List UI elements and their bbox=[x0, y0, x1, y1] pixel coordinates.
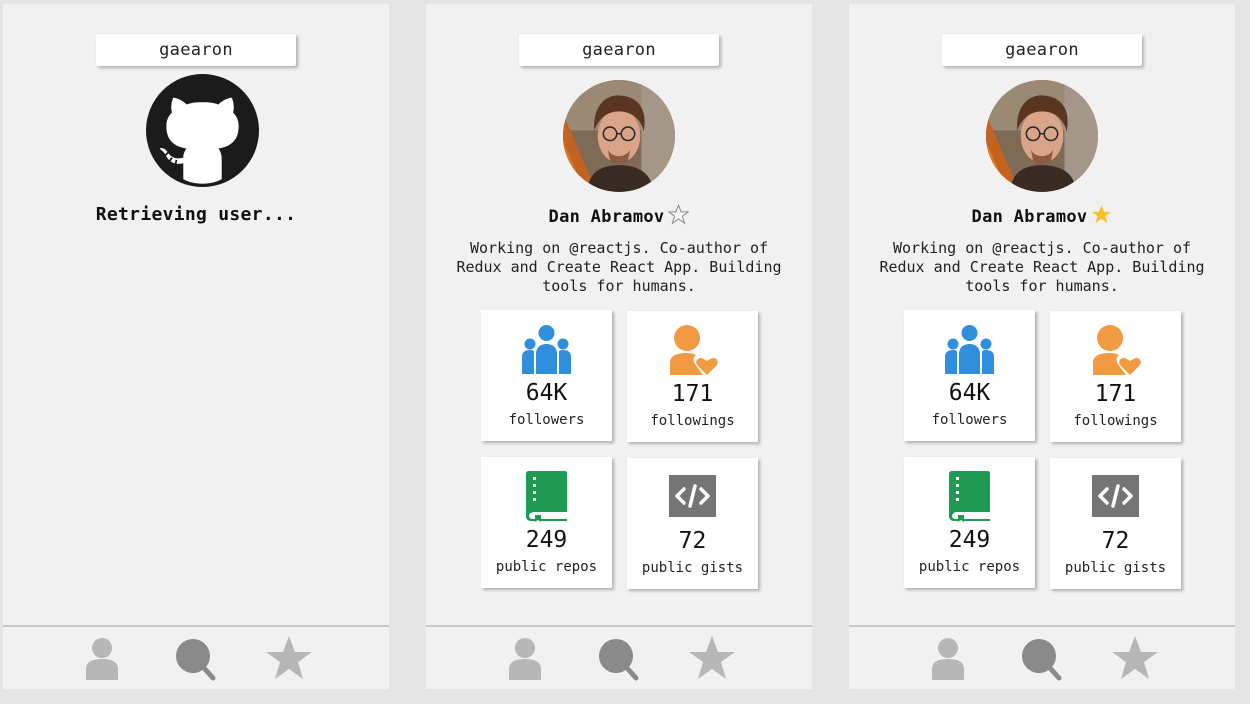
tab-search[interactable] bbox=[171, 635, 221, 681]
github-octocat-icon bbox=[146, 74, 259, 187]
followers-card[interactable]: 64K followers bbox=[481, 310, 612, 441]
avatar bbox=[563, 80, 675, 192]
gists-label: public gists bbox=[641, 560, 744, 576]
gists-label: public gists bbox=[1064, 560, 1167, 576]
followers-count: 64K bbox=[948, 380, 991, 406]
repo-book-icon bbox=[949, 471, 990, 522]
user-full-name: Dan Abramov bbox=[548, 207, 665, 227]
repos-label: public repos bbox=[495, 559, 598, 575]
repos-label: public repos bbox=[918, 559, 1021, 575]
repos-count: 249 bbox=[948, 527, 991, 553]
tab-favorites[interactable] bbox=[687, 635, 737, 681]
avatar bbox=[986, 80, 1098, 192]
followers-label: followers bbox=[931, 412, 1008, 428]
followings-icon bbox=[670, 325, 718, 375]
code-icon bbox=[669, 475, 716, 517]
followings-label: followings bbox=[650, 413, 735, 429]
loading-screen: gaearon Retrieving user... bbox=[3, 4, 389, 689]
followings-card[interactable]: 171 followings bbox=[627, 311, 758, 442]
user-bio: Working on @reactjs. Co-author of Redux … bbox=[879, 239, 1205, 295]
profile-screen: gaearon Dan Abramov Working on @reactjs.… bbox=[426, 4, 812, 689]
username-field[interactable]: gaearon bbox=[519, 34, 719, 66]
star-icon bbox=[266, 636, 312, 679]
user-icon bbox=[86, 638, 118, 680]
gists-count: 72 bbox=[1101, 528, 1130, 554]
gists-count: 72 bbox=[678, 528, 707, 554]
search-icon bbox=[599, 639, 639, 681]
followings-card[interactable]: 171 followings bbox=[1050, 311, 1181, 442]
user-full-name: Dan Abramov bbox=[971, 207, 1088, 227]
bottom-tab-bar bbox=[849, 625, 1235, 689]
tab-search[interactable] bbox=[1017, 635, 1067, 681]
followers-card[interactable]: 64K followers bbox=[904, 310, 1035, 441]
bottom-tab-bar bbox=[3, 625, 389, 689]
followers-icon bbox=[522, 325, 571, 374]
user-name-row: Dan Abramov bbox=[849, 204, 1235, 227]
star-icon bbox=[689, 636, 735, 679]
tab-favorites[interactable] bbox=[1110, 635, 1160, 681]
star-icon bbox=[1112, 636, 1158, 679]
username-field[interactable]: gaearon bbox=[942, 34, 1142, 66]
user-bio: Working on @reactjs. Co-author of Redux … bbox=[456, 239, 782, 295]
repos-count: 249 bbox=[525, 527, 568, 553]
repos-card[interactable]: 249 public repos bbox=[904, 457, 1035, 588]
followings-count: 171 bbox=[1094, 381, 1137, 407]
followers-label: followers bbox=[508, 412, 585, 428]
repos-card[interactable]: 249 public repos bbox=[481, 457, 612, 588]
tab-favorites[interactable] bbox=[264, 635, 314, 681]
search-icon bbox=[1022, 639, 1062, 681]
search-icon bbox=[176, 639, 216, 681]
tab-profile[interactable] bbox=[77, 635, 127, 681]
user-name-row: Dan Abramov bbox=[426, 204, 812, 227]
profile-screen-favorited: gaearon Dan Abramov Working on @reactjs.… bbox=[849, 4, 1235, 689]
followers-icon bbox=[945, 325, 994, 374]
repo-book-icon bbox=[526, 471, 567, 522]
star-outline-icon[interactable] bbox=[668, 204, 690, 225]
star-filled-icon[interactable] bbox=[1091, 204, 1112, 225]
tab-profile[interactable] bbox=[500, 635, 550, 681]
followings-count: 171 bbox=[671, 381, 714, 407]
tab-search[interactable] bbox=[594, 635, 644, 681]
code-icon bbox=[1092, 475, 1139, 517]
bottom-tab-bar bbox=[426, 625, 812, 689]
user-icon bbox=[932, 638, 964, 680]
tab-profile[interactable] bbox=[923, 635, 973, 681]
username-field[interactable]: gaearon bbox=[96, 34, 296, 66]
gists-card[interactable]: 72 public gists bbox=[627, 458, 758, 589]
followings-icon bbox=[1093, 325, 1141, 375]
user-icon bbox=[509, 638, 541, 680]
followings-label: followings bbox=[1073, 413, 1158, 429]
followers-count: 64K bbox=[525, 380, 568, 406]
gists-card[interactable]: 72 public gists bbox=[1050, 458, 1181, 589]
loading-text: Retrieving user... bbox=[95, 204, 297, 225]
